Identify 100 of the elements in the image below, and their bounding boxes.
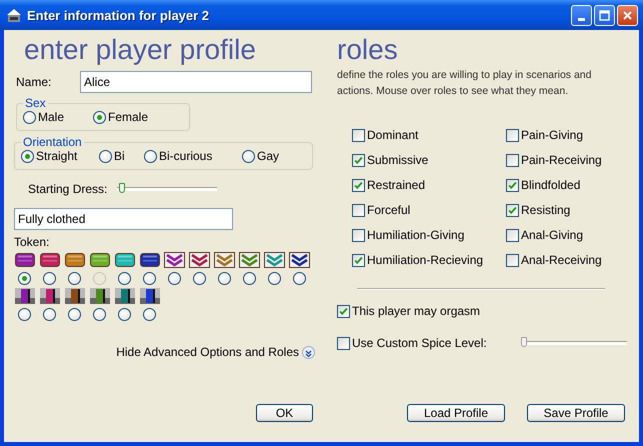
block-token-icon <box>114 288 134 304</box>
close-icon <box>622 10 633 20</box>
name-field[interactable]: Alice <box>80 71 312 93</box>
block-token-icon <box>64 288 84 304</box>
option-label: Female <box>108 110 148 124</box>
checkbox-label: Anal-Giving <box>521 228 584 242</box>
group-label: Orientation <box>22 135 83 149</box>
hide-options-link[interactable]: Hide Advanced Options and Roles <box>116 345 299 359</box>
token-label: Token: <box>14 235 50 249</box>
option-label: Gay <box>257 149 280 163</box>
checkbox-label: Submissive <box>367 153 428 167</box>
checkbox-label: This player may orgasm <box>352 304 480 318</box>
house-icon <box>6 7 22 23</box>
checkbox-label: Forceful <box>367 203 410 217</box>
radio-button[interactable] <box>243 272 256 285</box>
minimize-button[interactable] <box>571 4 592 26</box>
chevron-token-icon <box>289 252 310 268</box>
radio-button[interactable] <box>118 308 131 321</box>
radio-button[interactable] <box>68 272 81 285</box>
slider-thumb[interactable] <box>119 183 126 193</box>
option-label: Straight <box>36 149 78 163</box>
minimize-icon <box>578 18 585 20</box>
section-heading: roles <box>337 33 398 67</box>
radio-button[interactable] <box>143 272 156 285</box>
radio-button[interactable] <box>43 308 56 321</box>
maximize-icon <box>599 10 610 20</box>
chevron-token-icon <box>164 252 185 268</box>
checkbox-label: Pain-Giving <box>521 128 584 142</box>
checkbox-label: Resisting <box>521 203 570 217</box>
block-token-icon <box>40 288 60 304</box>
radio-button[interactable] <box>18 272 31 285</box>
option-label: Bi-curious <box>159 149 212 163</box>
radio-button[interactable] <box>293 272 306 285</box>
block-token-icon <box>140 288 160 304</box>
checkbox[interactable] <box>337 304 350 318</box>
maximize-button[interactable] <box>594 4 615 26</box>
radio-button[interactable] <box>168 272 181 285</box>
checkbox[interactable] <box>506 254 519 266</box>
checkbox-label: Blindfolded <box>521 178 580 192</box>
radio-button[interactable] <box>118 272 131 285</box>
radio-button[interactable] <box>242 150 255 162</box>
checkbox-label: Restrained <box>367 178 426 192</box>
ok-button[interactable]: OK <box>256 404 313 422</box>
radio-button[interactable] <box>93 110 106 124</box>
checkbox[interactable] <box>352 154 365 166</box>
profile-button[interactable]: Load Profile <box>407 404 505 422</box>
section-heading: enter player profile <box>24 33 256 67</box>
chevron-down-icon[interactable] <box>302 346 315 358</box>
checkbox[interactable] <box>506 154 519 166</box>
checkbox[interactable] <box>352 204 365 216</box>
token-bar-icon <box>114 252 134 268</box>
radio-button[interactable] <box>23 110 36 124</box>
block-token-icon <box>14 288 34 304</box>
checkbox[interactable] <box>352 254 365 266</box>
option-label: Bi <box>114 149 125 163</box>
checkbox[interactable] <box>337 336 350 350</box>
radio-button[interactable] <box>43 272 56 285</box>
radio-button[interactable] <box>99 150 112 162</box>
radio-button[interactable] <box>18 308 31 321</box>
chevron-token-icon <box>214 252 235 268</box>
radio-button[interactable] <box>93 308 106 321</box>
name-label: Name: <box>15 75 52 89</box>
roles-description: define the roles you are willing to play in scenarios and actions. Mouse over roles to see what they mean. <box>337 68 592 99</box>
radio-button[interactable] <box>144 150 157 162</box>
checkbox[interactable] <box>506 128 519 142</box>
radio-button[interactable] <box>193 272 206 285</box>
chevron-token-icon <box>239 252 260 268</box>
checkbox-label: Pain-Receiving <box>521 153 602 167</box>
radio-button[interactable] <box>218 272 231 285</box>
checkbox-label: Humiliation-Giving <box>367 228 464 242</box>
block-token-icon <box>90 288 110 304</box>
group-label: Sex <box>24 96 47 110</box>
radio-button[interactable] <box>21 150 34 162</box>
checkbox[interactable] <box>506 228 519 242</box>
dress-field[interactable]: Fully clothed <box>14 208 233 230</box>
radio-button[interactable] <box>143 308 156 321</box>
checkbox[interactable] <box>352 228 365 242</box>
radio-button[interactable] <box>68 308 81 321</box>
starting-dress-label: Starting Dress: <box>28 182 108 196</box>
token-bar-icon <box>64 252 84 268</box>
profile-button[interactable]: Save Profile <box>527 404 625 422</box>
token-bar-icon <box>140 252 160 268</box>
chevron-token-icon <box>264 252 285 268</box>
token-bar-icon <box>90 252 110 268</box>
option-label: Male <box>38 110 64 124</box>
checkbox-label: Anal-Receiving <box>521 253 602 267</box>
chevron-token-icon <box>189 252 210 268</box>
checkbox-label: Use Custom Spice Level: <box>352 336 487 350</box>
token-bar-icon <box>40 252 60 268</box>
window-title: Enter information for player 2 <box>27 8 210 22</box>
close-button[interactable] <box>617 4 638 26</box>
checkbox[interactable] <box>506 178 519 192</box>
checkbox[interactable] <box>352 178 365 192</box>
checkbox[interactable] <box>506 204 519 216</box>
token-bar-icon <box>14 252 34 268</box>
radio-button[interactable] <box>268 272 281 285</box>
checkbox-label: Humiliation-Recieving <box>367 253 484 267</box>
slider-thumb[interactable] <box>521 337 527 347</box>
checkbox-label: Dominant <box>367 128 418 142</box>
checkbox[interactable] <box>352 128 365 142</box>
